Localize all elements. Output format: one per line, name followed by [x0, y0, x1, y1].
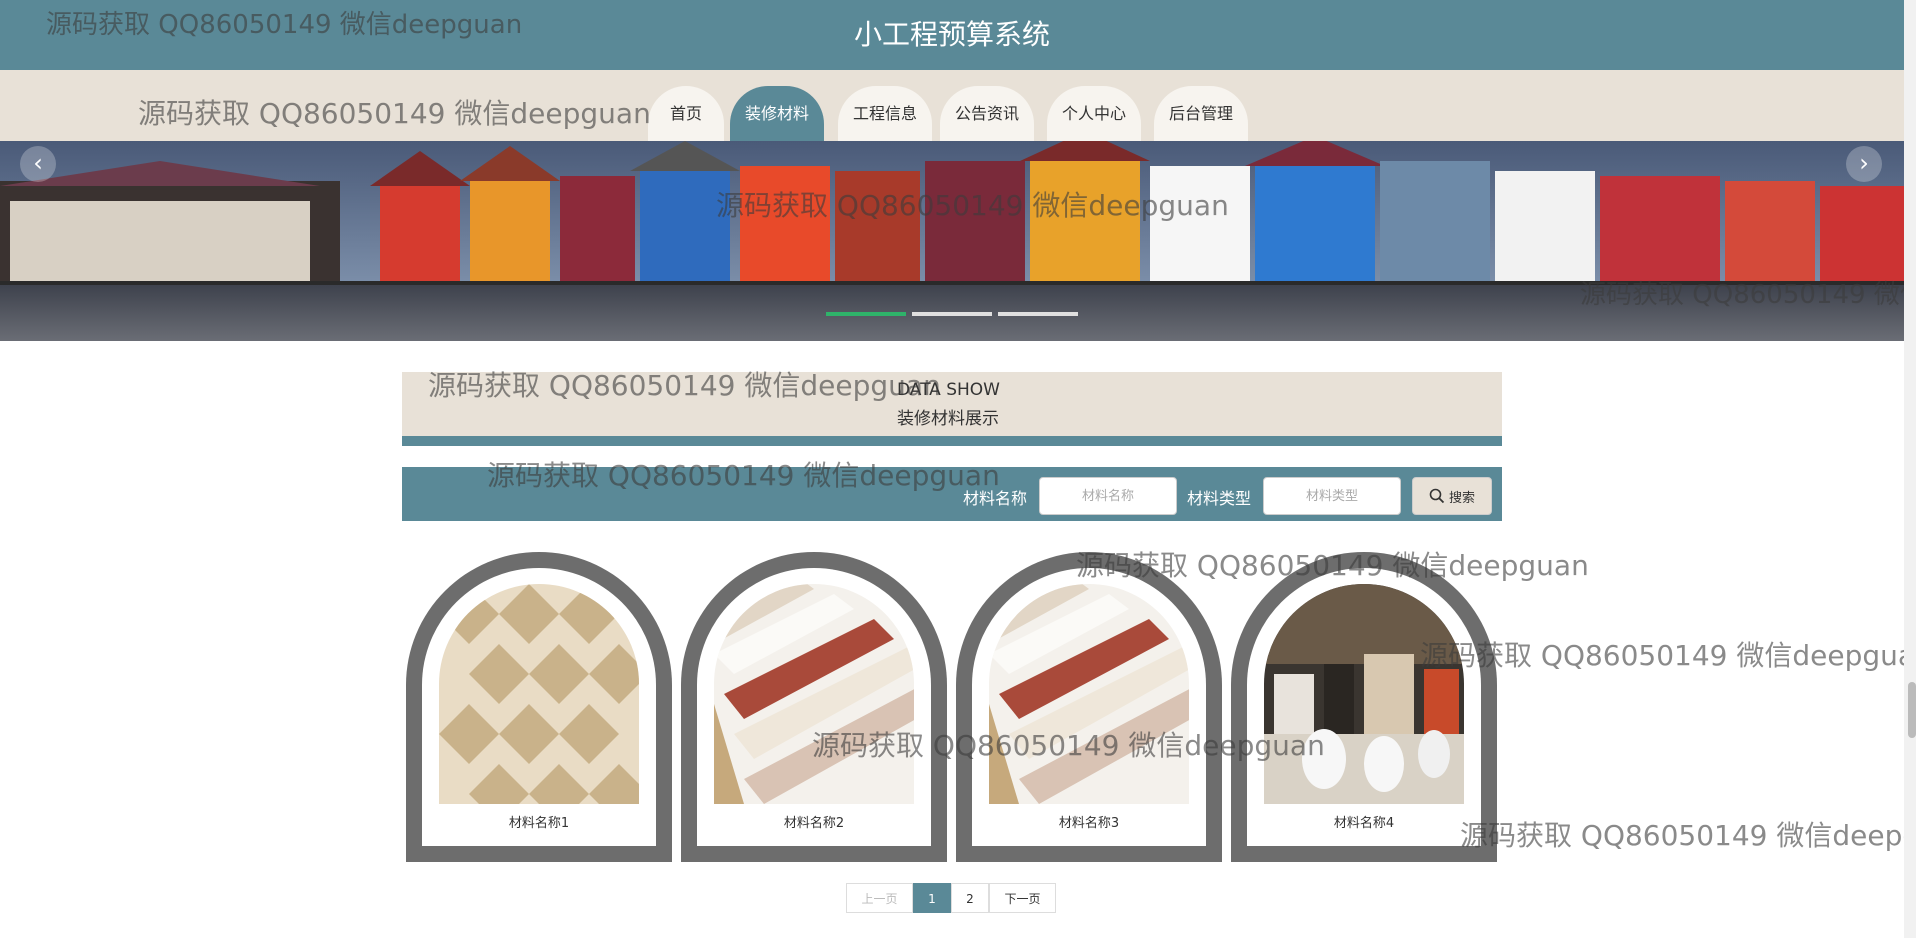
search-button-label: 搜索 — [1448, 490, 1475, 506]
banner-carousel[interactable] — [0, 141, 1904, 341]
nav-item-materials[interactable]: 装修材料 — [730, 86, 824, 142]
material-name-label: 材料名称 — [963, 489, 1028, 508]
section-divider — [402, 436, 1502, 446]
section-title-cn: 装修材料展示 — [897, 409, 999, 429]
search-button[interactable]: 搜索 — [1412, 477, 1492, 515]
material-card[interactable]: 材料名称3 — [956, 552, 1222, 862]
nav-item-profile[interactable]: 个人中心 — [1047, 86, 1141, 142]
material-card[interactable]: 材料名称2 — [681, 552, 947, 862]
material-name: 材料名称2 — [783, 816, 845, 831]
chevron-left-icon: ‹ — [33, 149, 43, 177]
material-type-label: 材料类型 — [1187, 489, 1252, 508]
pagination-page-1[interactable]: 1 — [913, 883, 951, 913]
banner-dot-2[interactable] — [912, 312, 992, 316]
material-card[interactable]: 材料名称4 — [1231, 552, 1497, 862]
banner-image — [0, 141, 1904, 341]
banner-dot-1[interactable] — [826, 312, 906, 316]
search-icon — [1429, 488, 1445, 504]
banner-prev-button[interactable]: ‹ — [20, 146, 56, 182]
scrollbar-track[interactable] — [1904, 0, 1916, 938]
banner-dot-3[interactable] — [998, 312, 1078, 316]
nav-item-projects[interactable]: 工程信息 — [838, 86, 932, 142]
material-name: 材料名称1 — [508, 816, 570, 831]
watermark: 源码获取 QQ86050149 微信deepguan — [1460, 819, 1916, 852]
site-title: 小工程预算系统 — [853, 18, 1050, 51]
material-card[interactable]: 材料名称1 — [406, 552, 672, 862]
material-image — [439, 584, 639, 804]
material-image — [714, 584, 914, 804]
material-image — [989, 584, 1189, 804]
banner-next-button[interactable]: › — [1846, 146, 1882, 182]
pagination-prev[interactable]: 上一页 — [846, 883, 913, 913]
material-name: 材料名称4 — [1333, 816, 1395, 831]
scrollbar-thumb[interactable] — [1908, 682, 1916, 738]
pagination-page-2[interactable]: 2 — [951, 883, 989, 913]
material-type-input[interactable] — [1263, 477, 1401, 515]
nav-item-admin[interactable]: 后台管理 — [1154, 86, 1248, 142]
pagination-next[interactable]: 下一页 — [989, 883, 1056, 913]
material-name: 材料名称3 — [1058, 816, 1120, 831]
material-image — [1264, 584, 1464, 804]
section-title-en: DATA SHOW — [897, 380, 1000, 400]
nav-item-news[interactable]: 公告资讯 — [940, 86, 1034, 142]
material-name-input[interactable] — [1039, 477, 1177, 515]
chevron-right-icon: › — [1859, 149, 1869, 177]
